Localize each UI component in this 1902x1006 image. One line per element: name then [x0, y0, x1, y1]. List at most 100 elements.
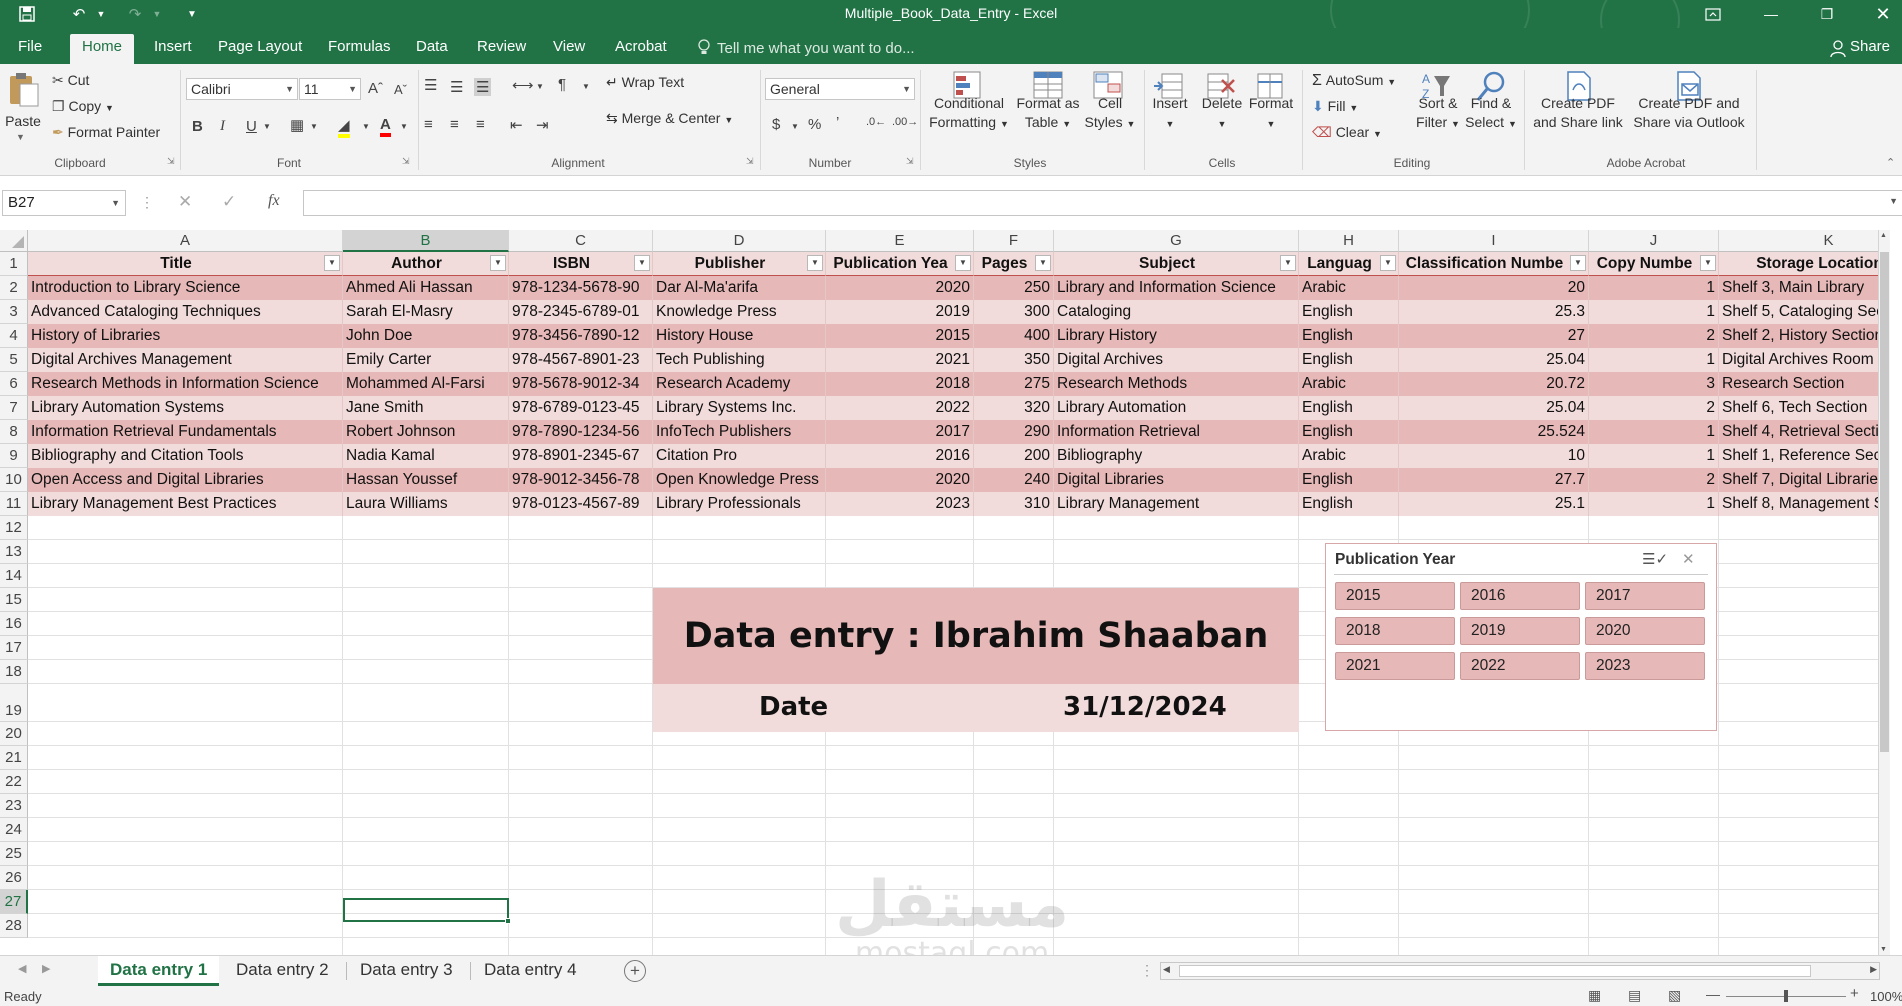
font-color-icon[interactable]: A — [380, 116, 391, 137]
row-header-9[interactable]: 9 — [0, 444, 28, 468]
clipboard-launcher-icon[interactable]: ⇲ — [167, 156, 175, 167]
cell-styles-button[interactable]: Cell Styles ▼ — [1080, 94, 1140, 134]
table-cell[interactable]: History House — [653, 324, 826, 348]
table-cell[interactable]: Open Access and Digital Libraries — [28, 468, 343, 492]
table-cell[interactable]: 1 — [1589, 444, 1719, 468]
row-header-5[interactable]: 5 — [0, 348, 28, 372]
table-cell[interactable]: 3 — [1589, 372, 1719, 396]
table-cell[interactable]: 2 — [1589, 468, 1719, 492]
table-cell[interactable]: 2019 — [826, 300, 974, 324]
orientation-icon[interactable]: ⟷ — [512, 76, 534, 94]
table-cell[interactable]: 1 — [1589, 348, 1719, 372]
table-cell[interactable]: Robert Johnson — [343, 420, 509, 444]
tab-insert[interactable]: Insert — [142, 34, 204, 64]
row-header-15[interactable]: 15 — [0, 588, 28, 612]
table-cell[interactable]: Library Management — [1054, 492, 1299, 516]
table-cell[interactable]: 2020 — [826, 468, 974, 492]
table-cell[interactable]: Nadia Kamal — [343, 444, 509, 468]
fill-button[interactable]: ⬇ Fill ▼ — [1312, 98, 1358, 115]
filter-dropdown-icon[interactable]: ▼ — [807, 255, 823, 271]
table-cell[interactable]: Bibliography — [1054, 444, 1299, 468]
filter-dropdown-icon[interactable]: ▼ — [1700, 255, 1716, 271]
table-cell[interactable]: Citation Pro — [653, 444, 826, 468]
underline-dropdown-icon[interactable]: ▼ — [263, 122, 271, 131]
table-cell[interactable]: Arabic — [1299, 372, 1399, 396]
underline-icon[interactable]: U — [246, 118, 257, 135]
table-cell[interactable]: 2018 — [826, 372, 974, 396]
table-cell[interactable]: Ahmed Ali Hassan — [343, 276, 509, 300]
table-cell[interactable]: 10 — [1399, 444, 1589, 468]
table-cell[interactable]: Shelf 8, Management S — [1719, 492, 1890, 516]
zoom-slider-thumb[interactable] — [1784, 990, 1788, 1002]
table-cell[interactable]: Digital Libraries — [1054, 468, 1299, 492]
currency-icon[interactable]: $ — [772, 116, 780, 133]
vertical-scrollbar[interactable]: ▲ ▼ — [1878, 230, 1890, 955]
merge-center-button[interactable]: ⇆ Merge & Center ▼ — [606, 110, 733, 127]
increase-decimal-icon[interactable]: .0← — [866, 116, 886, 128]
table-cell[interactable]: 2020 — [826, 276, 974, 300]
table-cell[interactable]: 978-2345-6789-01 — [509, 300, 653, 324]
paste-button[interactable]: Paste — [4, 112, 42, 131]
table-cell[interactable]: Library and Information Science — [1054, 276, 1299, 300]
filter-dropdown-icon[interactable]: ▼ — [1035, 255, 1051, 271]
row-header-7[interactable]: 7 — [0, 396, 28, 420]
tab-page-layout[interactable]: Page Layout — [206, 34, 314, 64]
table-cell[interactable]: 2016 — [826, 444, 974, 468]
comma-style-icon[interactable]: ’ — [836, 114, 839, 131]
tab-file[interactable]: File — [6, 34, 54, 64]
table-cell[interactable]: 978-7890-1234-56 — [509, 420, 653, 444]
table-cell[interactable]: 978-6789-0123-45 — [509, 396, 653, 420]
table-cell[interactable]: 978-1234-5678-90 — [509, 276, 653, 300]
row-header-23[interactable]: 23 — [0, 794, 28, 818]
filter-dropdown-icon[interactable]: ▼ — [324, 255, 340, 271]
table-cell[interactable]: 400 — [974, 324, 1054, 348]
slicer-item-2019[interactable]: 2019 — [1460, 617, 1580, 645]
table-cell[interactable]: 978-5678-9012-34 — [509, 372, 653, 396]
slicer-item-2017[interactable]: 2017 — [1585, 582, 1705, 610]
table-cell[interactable]: Shelf 2, History Section — [1719, 324, 1890, 348]
row-header-4[interactable]: 4 — [0, 324, 28, 348]
table-cell[interactable]: 2 — [1589, 324, 1719, 348]
table-cell[interactable]: Shelf 3, Main Library — [1719, 276, 1890, 300]
table-cell[interactable]: Information Retrieval — [1054, 420, 1299, 444]
wrap-text-button[interactable]: ↵ Wrap Text — [606, 74, 684, 91]
slicer-item-2023[interactable]: 2023 — [1585, 652, 1705, 680]
table-cell[interactable]: Advanced Cataloging Techniques — [28, 300, 343, 324]
zoom-out-icon[interactable]: — — [1706, 986, 1720, 1002]
table-cell[interactable]: Introduction to Library Science — [28, 276, 343, 300]
table-cell[interactable]: InfoTech Publishers — [653, 420, 826, 444]
table-cell[interactable]: 300 — [974, 300, 1054, 324]
merge-dropdown-icon[interactable]: ▼ — [724, 115, 733, 125]
filter-dropdown-icon[interactable]: ▼ — [955, 255, 971, 271]
row-header-13[interactable]: 13 — [0, 540, 28, 564]
table-cell[interactable]: 25.04 — [1399, 348, 1589, 372]
ribbon-display-options-icon[interactable] — [1690, 0, 1736, 28]
row-header-25[interactable]: 25 — [0, 842, 28, 866]
table-cell[interactable]: Emily Carter — [343, 348, 509, 372]
table-cell[interactable]: 978-3456-7890-12 — [509, 324, 653, 348]
table-cell[interactable]: 1 — [1589, 492, 1719, 516]
tell-me-search[interactable]: Tell me what you want to do... — [717, 40, 915, 57]
table-cell[interactable]: Library Automation Systems — [28, 396, 343, 420]
sort-filter-button[interactable]: Sort & Filter ▼ — [1410, 94, 1466, 134]
table-cell[interactable]: Tech Publishing — [653, 348, 826, 372]
row-header-14[interactable]: 14 — [0, 564, 28, 588]
table-cell[interactable]: 2 — [1589, 396, 1719, 420]
publication-year-slicer[interactable]: Publication Year ☰✓ ✕ 2015 2016 2017 2018 20… — [1325, 543, 1717, 731]
customize-toolbar-icon[interactable]: ▼ — [182, 2, 202, 26]
decrease-indent-icon[interactable]: ⇤ — [510, 116, 523, 134]
table-cell[interactable]: 2017 — [826, 420, 974, 444]
table-cell[interactable]: 350 — [974, 348, 1054, 372]
table-cell[interactable]: Library Professionals — [653, 492, 826, 516]
table-cell[interactable]: Research Academy — [653, 372, 826, 396]
next-sheet-icon[interactable]: ▶ — [42, 962, 50, 975]
column-header-g[interactable]: G — [1054, 230, 1299, 252]
insert-cells-button[interactable]: Insert ▼ — [1146, 94, 1194, 134]
scroll-right-icon[interactable]: ▶ — [1870, 964, 1877, 975]
table-cell[interactable]: 1 — [1589, 276, 1719, 300]
table-cell[interactable]: 2022 — [826, 396, 974, 420]
tab-review[interactable]: Review — [465, 34, 538, 64]
decrease-font-icon[interactable]: Aˇ — [394, 82, 407, 97]
orientation-dropdown-icon[interactable]: ▼ — [536, 82, 544, 91]
add-sheet-icon[interactable]: + — [624, 960, 646, 982]
